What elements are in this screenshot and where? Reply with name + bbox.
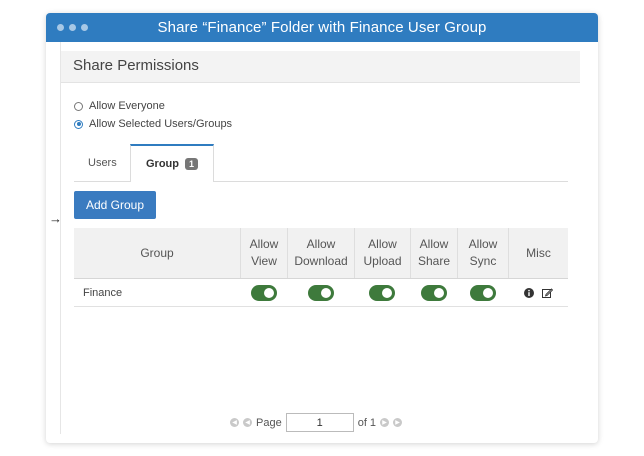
- panel-title: Share Permissions: [73, 57, 199, 74]
- header-label: Allow: [419, 237, 449, 251]
- header-label: Group: [140, 245, 174, 260]
- misc-actions: [523, 287, 553, 298]
- tab-bar: Users Group 1: [74, 144, 568, 182]
- page-label: Page: [256, 416, 282, 429]
- radio-button-selected[interactable]: [74, 119, 83, 129]
- column-header-download[interactable]: Allow Download: [287, 228, 354, 278]
- edit-icon[interactable]: [541, 287, 553, 298]
- column-header-view[interactable]: Allow View: [240, 228, 287, 278]
- allow-view-toggle[interactable]: [250, 284, 277, 301]
- column-header-upload[interactable]: Allow Upload: [354, 228, 410, 278]
- header-label: View: [251, 254, 277, 268]
- window-dot-icon[interactable]: [81, 24, 88, 31]
- header-label: Allow: [306, 237, 336, 251]
- header-label: Upload: [363, 254, 402, 268]
- radio-allow-everyone[interactable]: Allow Everyone: [74, 100, 165, 112]
- table-row[interactable]: Finance: [74, 279, 568, 307]
- download-toggle-cell: [287, 279, 354, 306]
- table-header: Group Allow View Allow Download Allow Up…: [74, 228, 568, 279]
- column-header-sync[interactable]: Allow Sync: [457, 228, 508, 278]
- column-header-share[interactable]: Allow Share: [410, 228, 457, 278]
- radio-label: Allow Selected Users/Groups: [89, 118, 233, 130]
- allow-sync-toggle[interactable]: [469, 284, 496, 301]
- page-count-label: of 1: [357, 416, 377, 429]
- next-page-icon[interactable]: ▶: [380, 418, 390, 427]
- tab-group[interactable]: Group 1: [130, 144, 214, 182]
- header-label: Allow: [249, 237, 279, 251]
- header-label: Allow: [468, 237, 498, 251]
- pagination: ◀ ◀ Page of 1 ▶ ▶: [230, 413, 406, 432]
- share-toggle-cell: [410, 279, 457, 306]
- tab-group-label: Group: [145, 158, 179, 170]
- header-label: Share: [417, 254, 451, 268]
- allow-share-toggle[interactable]: [420, 284, 447, 301]
- window-controls: [57, 24, 88, 31]
- prev-page-icon[interactable]: ◀: [243, 418, 252, 427]
- radio-allow-selected[interactable]: Allow Selected Users/Groups: [74, 118, 232, 130]
- allow-upload-toggle[interactable]: [369, 284, 395, 301]
- info-icon[interactable]: [523, 287, 534, 298]
- window-dot-icon[interactable]: [57, 24, 64, 31]
- add-group-button[interactable]: Add Group: [74, 191, 156, 219]
- count-badge: 1: [184, 158, 198, 170]
- pointer-arrow-icon: →: [49, 211, 62, 226]
- header-label: Sync: [469, 254, 497, 268]
- last-page-icon[interactable]: ▶: [393, 418, 403, 427]
- divider: [60, 42, 61, 434]
- header-label: Allow: [368, 237, 397, 251]
- first-page-icon[interactable]: ◀: [230, 418, 239, 427]
- header-label: Misc: [526, 245, 551, 260]
- permissions-header: Share Permissions: [61, 51, 580, 83]
- group-name-cell: Finance: [83, 286, 123, 299]
- allow-download-toggle[interactable]: [307, 284, 334, 301]
- radio-button[interactable]: [74, 101, 83, 111]
- title-bar: Share “Finance” Folder with Finance User…: [46, 13, 598, 42]
- header-label: Download: [294, 254, 348, 268]
- misc-cell: [508, 279, 568, 306]
- page-number-input[interactable]: [285, 413, 354, 432]
- sync-toggle-cell: [457, 279, 508, 306]
- permissions-table: Group Allow View Allow Download Allow Up…: [74, 228, 568, 307]
- tab-users[interactable]: Users: [88, 144, 117, 181]
- upload-toggle-cell: [354, 279, 410, 306]
- column-header-group[interactable]: Group: [74, 228, 240, 278]
- view-toggle-cell: [240, 279, 287, 306]
- dialog-title: Share “Finance” Folder with Finance User…: [157, 19, 487, 36]
- tab-users-label: Users: [88, 156, 117, 169]
- column-header-misc[interactable]: Misc: [508, 228, 568, 278]
- window-dot-icon[interactable]: [69, 24, 76, 31]
- radio-label: Allow Everyone: [89, 100, 165, 112]
